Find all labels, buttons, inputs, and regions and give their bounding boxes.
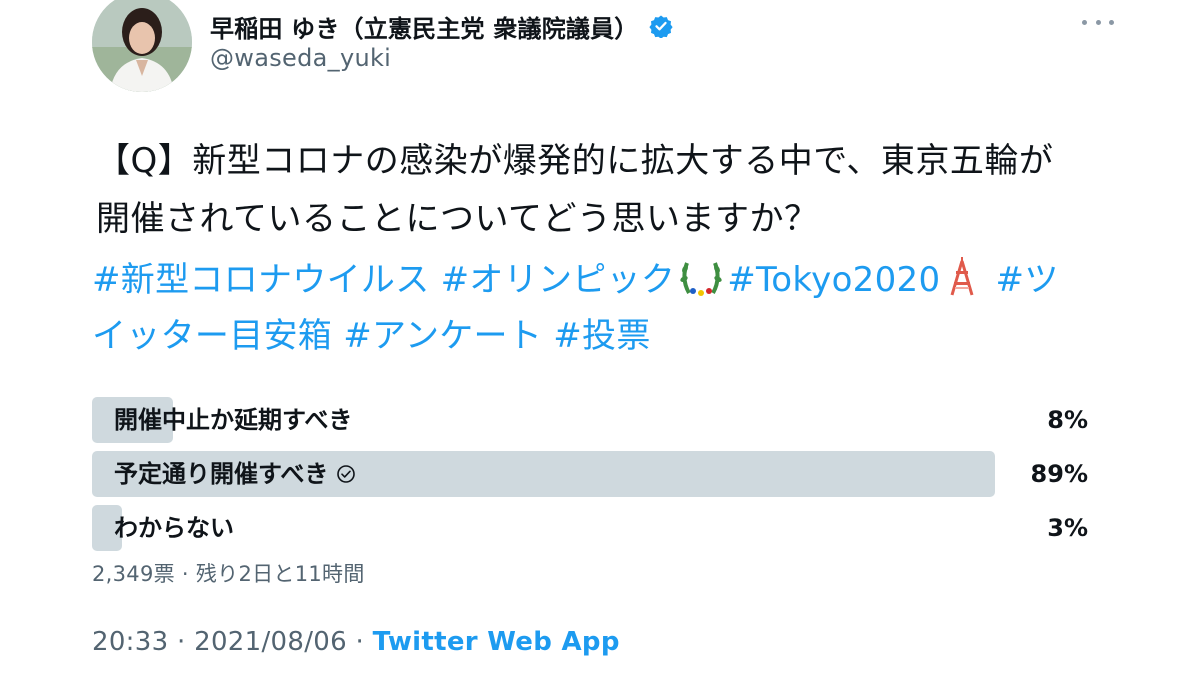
hashtag-link[interactable]: #ツ <box>996 260 1059 300</box>
hashtag-link[interactable]: #アンケート <box>343 316 542 356</box>
poll-option[interactable]: わからない 3% <box>92 505 1092 551</box>
tokyo-tower-icon <box>950 257 974 296</box>
poll-option[interactable]: 予定通り開催すべき 89% <box>92 451 1092 497</box>
hashtag-line: #新型コロナウイルス #オリンピック #Tokyo2020 #ツ <box>92 252 1132 308</box>
poll-option-percent: 89% <box>1030 460 1088 488</box>
tweet-text-line: 開催されていることについてどう思いますか？ <box>96 199 819 239</box>
avatar[interactable] <box>92 0 192 92</box>
hashtag-line: イッター目安箱 #アンケート #投票 <box>92 308 1132 364</box>
poll-meta: 2,349票 · 残り2日と11時間 <box>92 562 365 586</box>
poll-option-label: 開催中止か延期すべき <box>114 397 352 443</box>
check-circle-icon <box>337 465 356 483</box>
more-dot <box>1109 19 1114 25</box>
hashtag-link[interactable]: #新型コロナウイルス <box>92 260 430 300</box>
verified-badge-icon <box>648 15 673 38</box>
poll-option[interactable]: 開催中止か延期すべき 8% <box>92 397 1092 443</box>
more-dot <box>1082 19 1087 25</box>
hashtag-link[interactable]: #Tokyo2020 <box>727 260 940 300</box>
poll-option-text: わからない <box>114 514 234 542</box>
author-name-row: 早稲田 ゆき（立憲民主党 衆議院議員） <box>210 9 673 43</box>
poll-option-percent: 8% <box>1047 406 1088 434</box>
hashtag-block: #新型コロナウイルス #オリンピック #Tokyo2020 #ツ イッター目安箱… <box>92 252 1132 364</box>
tweet-text-line: 【Q】新型コロナの感染が爆発的に拡大する中で、東京五輪が <box>96 141 1054 181</box>
poll-option-label: 予定通り開催すべき <box>114 451 356 497</box>
hashtag-link[interactable]: #オリンピック <box>441 260 676 300</box>
author-display-name[interactable]: 早稲田 ゆき（立憲民主党 衆議院議員） <box>210 9 639 44</box>
hashtag-link[interactable]: #投票 <box>553 316 650 356</box>
author-handle[interactable]: @waseda_yuki <box>210 44 391 72</box>
more-horizontal-icon[interactable] <box>1082 10 1114 34</box>
more-dot <box>1095 19 1101 25</box>
tweet-timestamp[interactable]: 20:33 · 2021/08/06 · <box>92 627 373 657</box>
profile-photo-icon <box>92 0 192 92</box>
tweet-source-link[interactable]: Twitter Web App <box>373 627 620 657</box>
olympic-wreath-icon <box>680 262 722 296</box>
tweet-card: 早稲田 ゆき（立憲民主党 衆議院議員） @waseda_yuki 【Q】新型コロ… <box>0 0 1200 675</box>
poll-option-label: わからない <box>114 505 234 551</box>
poll-option-text: 予定通り開催すべき <box>114 460 329 488</box>
poll-option-text: 開催中止か延期すべき <box>114 406 353 434</box>
tweet-footer: 20:33 · 2021/08/06 · Twitter Web App <box>92 627 620 657</box>
poll-option-percent: 3% <box>1047 514 1088 542</box>
hashtag-link[interactable]: イッター目安箱 <box>92 316 332 356</box>
tweet-text: 【Q】新型コロナの感染が爆発的に拡大する中で、東京五輪が 開催されていることにつ… <box>96 132 1136 248</box>
